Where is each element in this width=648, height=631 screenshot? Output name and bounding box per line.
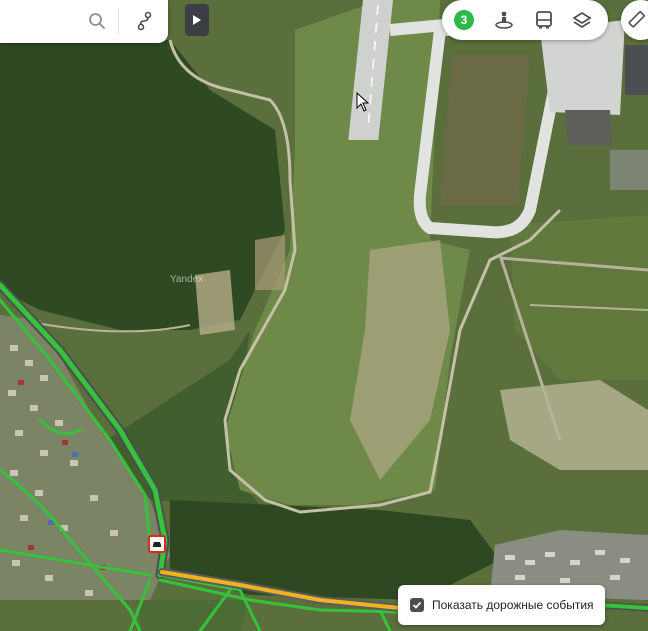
traffic-layer-button[interactable]: 3 [450,6,478,34]
ruler-icon [628,11,645,28]
search-button[interactable] [82,6,112,36]
layers-button[interactable] [568,6,596,34]
layers-icon [572,11,592,29]
mouse-cursor [356,92,370,112]
checkmark-icon [412,601,422,609]
show-traffic-events-toggle[interactable]: Показать дорожные события [398,585,605,625]
satellite-map[interactable] [0,0,648,631]
route-icon [137,11,152,31]
play-triangle-icon [193,15,201,25]
transport-button[interactable] [530,6,558,34]
traffic-level-badge: 3 [454,10,474,30]
sidebar-toggle-button[interactable] [185,4,209,36]
traffic-events-checkbox[interactable] [410,598,424,612]
search-icon [89,13,105,29]
map-layers-panel: 3 [442,0,608,40]
divider [118,8,119,34]
route-button[interactable] [130,6,160,36]
map-watermark: Yandex [170,274,204,285]
traffic-events-label: Показать дорожные события [432,598,594,612]
bus-icon [536,11,552,29]
panorama-button[interactable] [490,6,518,34]
panorama-person-icon [495,11,513,29]
search-panel [0,0,168,43]
car-crash-icon [153,542,161,547]
road-incident-marker[interactable] [148,535,166,553]
